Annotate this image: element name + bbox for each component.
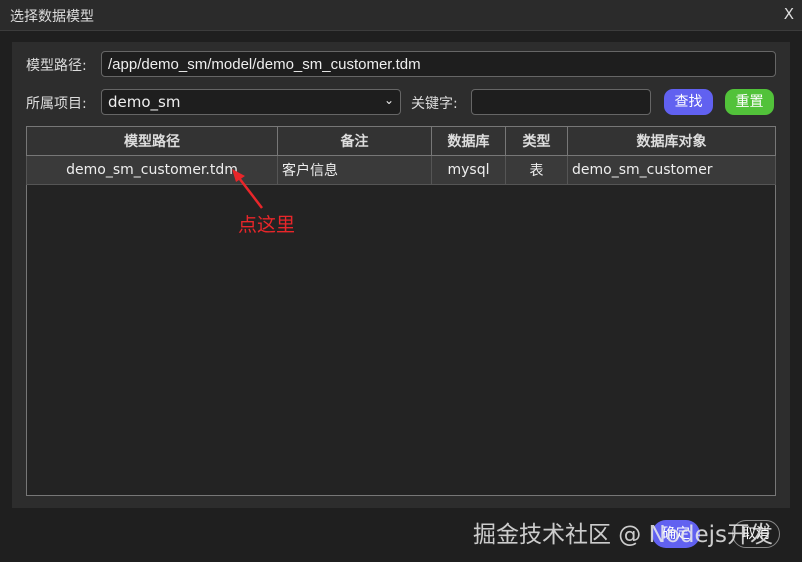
keyword-label: 关键字: (411, 96, 458, 112)
cell-remark[interactable]: 客户信息 (277, 155, 432, 185)
col-model-path[interactable]: 模型路径 (26, 126, 278, 156)
model-table: 模型路径 备注 数据库 类型 数据库对象 demo_sm_customer.td… (26, 126, 776, 185)
keyword-input[interactable] (471, 89, 651, 115)
chevron-down-icon: ⌄ (383, 93, 394, 107)
col-remark[interactable]: 备注 (277, 126, 432, 156)
cell-db[interactable]: mysql (431, 155, 506, 185)
watermark: 掘金技术社区 @ Nodejs开发 (473, 522, 774, 548)
window-title: 选择数据模型 (10, 9, 94, 25)
search-button[interactable]: 查找 (664, 89, 713, 115)
table-header: 模型路径 备注 数据库 类型 数据库对象 (26, 126, 776, 156)
table-row[interactable]: demo_sm_customer.tdm 客户信息 mysql 表 demo_s… (26, 155, 776, 185)
col-db-object[interactable]: 数据库对象 (567, 126, 776, 156)
cell-object[interactable]: demo_sm_customer (567, 155, 776, 185)
project-select[interactable]: demo_sm ⌄ (101, 89, 401, 115)
col-type[interactable]: 类型 (505, 126, 568, 156)
reset-button[interactable]: 重置 (725, 89, 774, 115)
cell-type[interactable]: 表 (505, 155, 568, 185)
model-path-input[interactable] (101, 51, 776, 77)
model-path-label: 模型路径: (26, 58, 87, 74)
annotation-text: 点这里 (238, 214, 296, 236)
arrow-icon (232, 169, 263, 209)
project-select-value: demo_sm (108, 93, 181, 111)
close-icon[interactable]: X (784, 5, 794, 23)
title-bar: 选择数据模型 X (0, 0, 802, 31)
project-label: 所属项目: (26, 96, 87, 112)
col-database[interactable]: 数据库 (431, 126, 506, 156)
